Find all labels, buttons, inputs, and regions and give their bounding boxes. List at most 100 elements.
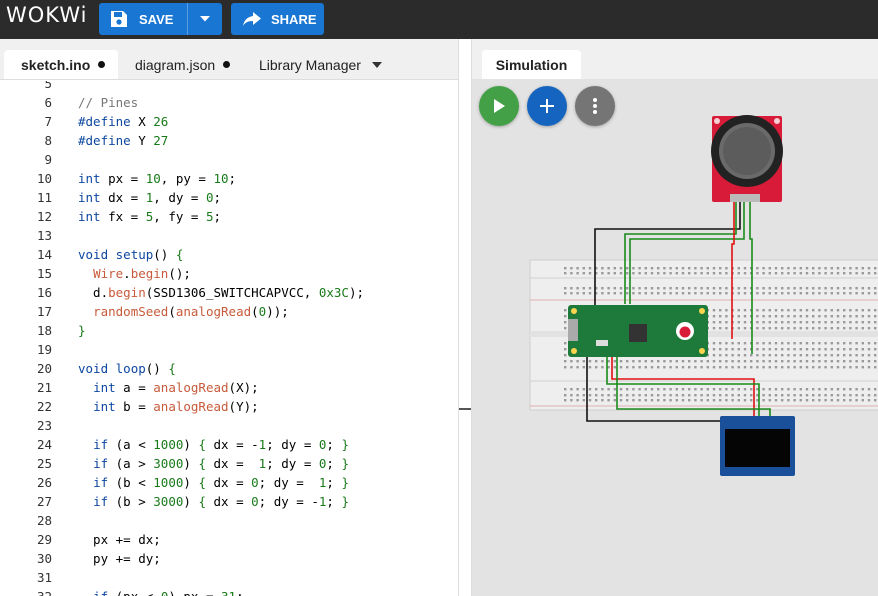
code-editor[interactable]: 5 6 // Pines 7 #define X 26 8 #define Y 27 9 10 i…: [0, 81, 458, 596]
code-line[interactable]: 17 randomSeed(analogRead(0));: [0, 302, 458, 321]
save-label: SAVE: [139, 11, 174, 27]
simulation-canvas[interactable]: [472, 79, 878, 596]
line-number: 28: [36, 513, 52, 528]
plus-icon: [540, 99, 554, 113]
code-text: d.begin(SSD1306_SWITCHCAPVCC, 0x3C);: [78, 285, 365, 300]
line-number: 27: [36, 494, 52, 509]
line-number: 32: [0, 587, 52, 596]
code-line[interactable]: 12 int fx = 5, fy = 5;: [0, 207, 458, 226]
line-number: 24: [36, 437, 52, 452]
line-number: 18: [36, 323, 52, 338]
line-number: 23: [36, 418, 52, 433]
code-line[interactable]: 21 int a = analogRead(X);: [0, 378, 458, 397]
code-text: py += dy;: [78, 551, 161, 566]
tab-sketch-ino[interactable]: sketch.ino: [4, 50, 118, 79]
line-number: 20: [36, 361, 52, 376]
tabs-menu-button[interactable]: [372, 50, 392, 79]
simulation-pane: Simulation: [472, 39, 878, 596]
add-part-button[interactable]: [527, 86, 567, 126]
simulation-tab-bar: Simulation: [472, 39, 878, 79]
joystick-module[interactable]: [711, 115, 783, 202]
code-line[interactable]: 15 Wire.begin();: [0, 264, 458, 283]
code-text: int b = analogRead(Y);: [93, 399, 259, 414]
line-number: 12: [36, 209, 52, 224]
oled-display[interactable]: [720, 416, 795, 476]
code-line[interactable]: 26 if (b < 1000) { dx = 0; dy = 1; }: [0, 473, 458, 492]
save-button-group: SAVE: [99, 3, 222, 35]
code-text: if (px < 0) px = 31;: [78, 587, 244, 596]
line-number: 10: [36, 171, 52, 186]
line-number: 29: [36, 532, 52, 547]
code-line[interactable]: 7 #define X 26: [0, 112, 458, 131]
save-button[interactable]: SAVE: [99, 3, 187, 35]
code-line[interactable]: 16 d.begin(SSD1306_SWITCHCAPVCC, 0x3C);: [0, 283, 458, 302]
code-line[interactable]: 30 py += dy;: [0, 549, 458, 568]
code-line[interactable]: 5: [0, 81, 458, 93]
code-line[interactable]: 19: [0, 340, 458, 359]
top-bar: WOKWi SAVE SHARE: [0, 0, 878, 39]
code-line[interactable]: 11 int dx = 1, dy = 0;: [0, 188, 458, 207]
line-number: 8: [44, 133, 52, 148]
code-text: int dx = 1, dy = 0;: [78, 190, 222, 205]
line-number: 15: [36, 266, 52, 281]
line-number: 22: [36, 399, 52, 414]
line-number: 31: [36, 570, 52, 585]
code-text: // Pines: [78, 95, 139, 110]
line-number: 13: [36, 228, 52, 243]
play-icon: [494, 99, 505, 113]
code-line[interactable]: 29 px += dx;: [0, 530, 458, 549]
raspberry-pi-pico[interactable]: [568, 305, 708, 357]
line-number: 9: [44, 152, 52, 167]
code-line[interactable]: 27 if (b > 3000) { dx = 0; dy = -1; }: [0, 492, 458, 511]
code-line[interactable]: 10 int px = 10, py = 10;: [0, 169, 458, 188]
line-number: 14: [36, 247, 52, 262]
tab-diagram-json[interactable]: diagram.json: [135, 50, 245, 79]
share-label: SHARE: [271, 11, 317, 27]
editor-pane: sketch.ino diagram.json Library Manager …: [0, 39, 458, 596]
line-number: 21: [36, 380, 52, 395]
tab-label: Library Manager: [259, 56, 361, 73]
code-line[interactable]: 13: [0, 226, 458, 245]
line-number: 11: [36, 190, 52, 205]
code-line[interactable]: 32 if (px < 0) px = 31;: [0, 587, 458, 596]
tab-simulation[interactable]: Simulation: [482, 50, 581, 79]
code-line[interactable]: 8 #define Y 27: [0, 131, 458, 150]
more-vert-icon: [593, 98, 597, 114]
code-line[interactable]: 20 void loop() {: [0, 359, 458, 378]
share-arrow-icon: [243, 12, 261, 26]
code-line[interactable]: 18}: [0, 321, 458, 340]
code-text: void loop() {: [78, 361, 176, 376]
code-line[interactable]: 25 if (a > 3000) { dx = 1; dy = 0; }: [0, 454, 458, 473]
line-number: 25: [36, 456, 52, 471]
line-number: 6: [44, 95, 52, 110]
code-text: Wire.begin();: [93, 266, 191, 281]
pane-resize-handle[interactable]: [458, 39, 472, 596]
code-text: }: [78, 323, 86, 338]
unsaved-indicator-icon: [98, 61, 106, 68]
line-number: 16: [36, 285, 52, 300]
line-number: 30: [36, 551, 52, 566]
code-line[interactable]: 22 int b = analogRead(Y);: [0, 397, 458, 416]
code-text: void setup() {: [78, 247, 184, 262]
code-text: px += dx;: [78, 532, 161, 547]
wokwi-logo[interactable]: WOKWi: [6, 3, 87, 27]
code-line[interactable]: 14 void setup() {: [0, 245, 458, 264]
code-line[interactable]: 24 if (a < 1000) { dx = -1; dy = 0; }: [0, 435, 458, 454]
save-options-button[interactable]: [188, 3, 222, 35]
line-number: 7: [44, 114, 52, 129]
code-line[interactable]: 28: [0, 511, 458, 530]
line-number: 17: [36, 304, 52, 319]
more-options-button[interactable]: [575, 86, 615, 126]
circuit-diagram: [529, 115, 878, 476]
code-line[interactable]: 9: [0, 150, 458, 169]
code-line[interactable]: 6 // Pines: [0, 93, 458, 112]
code-text: if (b > 3000) { dx = 0; dy = -1; }: [93, 494, 350, 509]
share-button[interactable]: SHARE: [231, 3, 324, 35]
code-line[interactable]: 31: [0, 568, 458, 587]
code-text: randomSeed(analogRead(0));: [93, 304, 289, 319]
tab-library-manager[interactable]: Library Manager: [259, 50, 369, 79]
code-line[interactable]: 23: [0, 416, 458, 435]
run-simulation-button[interactable]: [479, 86, 519, 126]
line-number: 5: [44, 81, 52, 91]
unsaved-indicator-icon: [223, 61, 231, 68]
